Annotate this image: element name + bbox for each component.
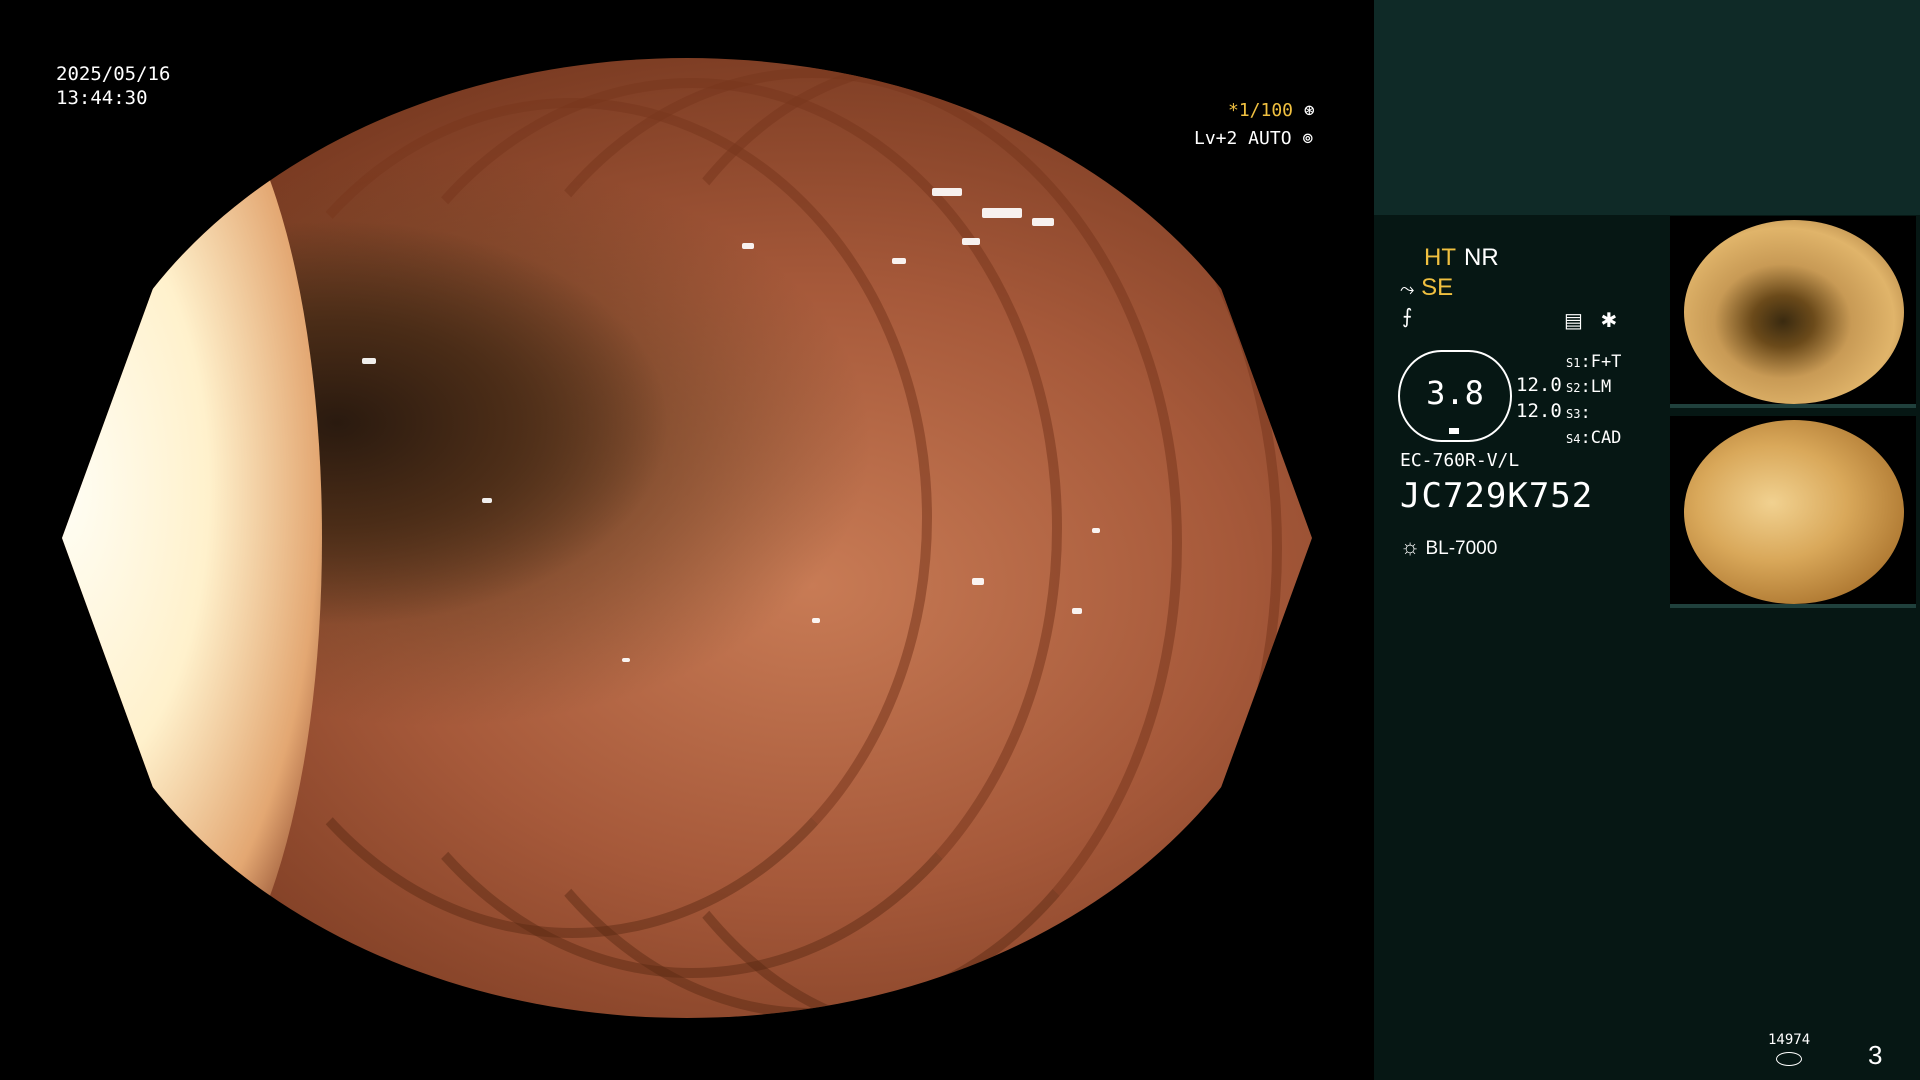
specular-highlight	[362, 358, 376, 364]
specular-highlight	[1032, 218, 1054, 226]
gauge-value: 3.8	[1426, 374, 1484, 412]
page-number: 3	[1868, 1040, 1883, 1070]
s4-setting: S4:CAD	[1566, 428, 1622, 448]
auto-iris-icon: ⊚	[1302, 128, 1314, 149]
ht-indicator: HT	[1424, 244, 1456, 271]
gauge-right-top: 12.0	[1516, 374, 1562, 396]
specular-highlight	[1072, 608, 1082, 614]
s1-key: S1	[1566, 356, 1581, 370]
shutter-text: *1/100	[1228, 100, 1294, 121]
specular-highlight	[482, 498, 492, 503]
image-counter: 14974	[1768, 1032, 1811, 1048]
level-text: Lv+2 AUTO	[1194, 128, 1292, 149]
mucosal-fold	[582, 58, 1282, 1018]
scope-model: EC-760R-V/L	[1400, 450, 1520, 471]
storage-icon	[1776, 1052, 1802, 1066]
thumbnail-image	[1684, 220, 1904, 404]
captured-thumbnail[interactable]	[1670, 416, 1916, 608]
se-indicator: SE	[1421, 274, 1454, 301]
specular-highlight	[622, 658, 630, 662]
endoscope-image	[62, 58, 1312, 1018]
settings-list-icon: ▤	[1564, 310, 1583, 332]
time-text: 13:44:30	[56, 87, 148, 109]
s3-key: S3	[1566, 407, 1581, 421]
panel-header-area	[1374, 0, 1920, 215]
level-readout: Lv+2 AUTO ⊚	[1194, 128, 1313, 149]
symbol-row: ⨍	[1402, 304, 1412, 329]
s4-value: CAD	[1590, 428, 1622, 448]
shutter-readout: *1/100 ⊛	[1228, 100, 1315, 121]
iris-icon: ⊛	[1303, 100, 1315, 121]
specular-highlight	[962, 238, 980, 245]
structure-enhance-icon: ⤳	[1400, 279, 1415, 299]
thumbnail-image	[1684, 420, 1904, 604]
specular-highlight	[932, 188, 962, 196]
brightness-gauge: 3.8	[1398, 350, 1512, 442]
specular-highlight	[742, 243, 754, 249]
edge-icon: ⨍	[1402, 306, 1413, 328]
nr-indicator: NR	[1464, 244, 1499, 271]
status-icons: ▤ ✱	[1564, 308, 1617, 333]
gauge-marker	[1449, 428, 1459, 434]
light-source-label: BL-7000	[1425, 538, 1498, 559]
specular-highlight	[972, 578, 984, 585]
s2-key: S2	[1566, 381, 1581, 395]
thumbnail-bar	[1670, 404, 1916, 408]
s3-setting: S3:	[1566, 403, 1591, 423]
s4-key: S4	[1566, 432, 1581, 446]
asterisk-icon: ✱	[1600, 310, 1618, 332]
specular-highlight	[892, 258, 906, 264]
specular-highlight	[982, 208, 1022, 218]
thumbnail-bar	[1670, 604, 1916, 608]
lamp-icon: ☼	[1400, 534, 1421, 559]
captured-thumbnail[interactable]	[1670, 216, 1916, 408]
light-source-row: ☼ BL-7000	[1400, 534, 1497, 560]
specular-highlight	[812, 618, 820, 623]
scope-serial: JC729K752	[1400, 476, 1594, 516]
s1-value: F+T	[1590, 352, 1622, 372]
se-row: ⤳ SE	[1400, 274, 1453, 302]
s2-setting: S2:LM	[1566, 377, 1612, 397]
gauge-right-bottom: 12.0	[1516, 400, 1562, 422]
specular-highlight	[1092, 528, 1100, 533]
s2-value: LM	[1590, 377, 1612, 397]
s1-setting: S1:F+T	[1566, 352, 1622, 372]
timestamp: 2025/05/16 13:44:30	[56, 62, 170, 110]
date-text: 2025/05/16	[56, 63, 171, 85]
